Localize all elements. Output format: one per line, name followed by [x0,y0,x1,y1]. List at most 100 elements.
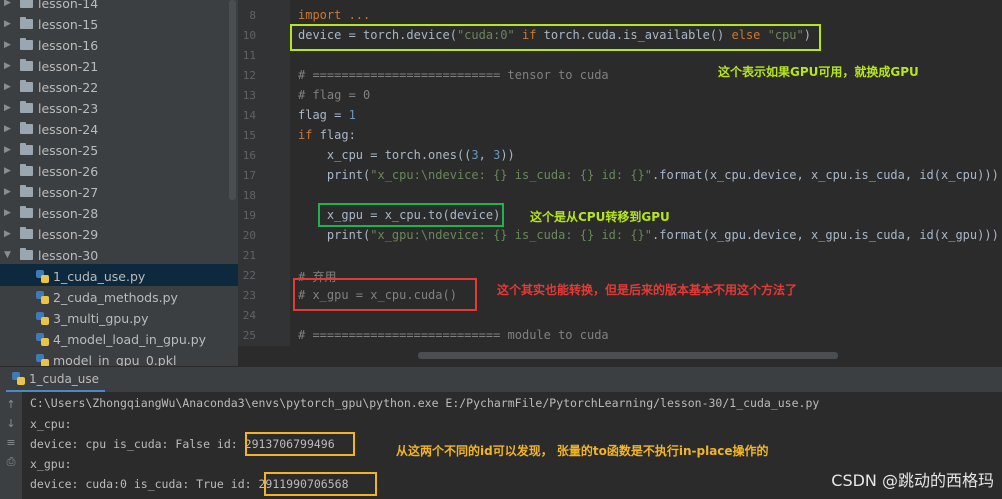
scroll-thumb[interactable] [418,352,838,359]
tree-item-label: lesson-30 [38,247,99,263]
chevron-right-icon: ▶ [4,208,11,218]
line-number: 16 [242,149,256,162]
code-line-17: print("x_cpu:\ndevice: {} is_cuda: {} id… [298,168,999,182]
annotation-note-to-device: 这个是从CPU转移到GPU [530,210,670,224]
tree-item-lesson-28[interactable]: ▶ lesson-28 [4,203,98,223]
tree-item-lesson-21[interactable]: ▶ lesson-21 [4,56,98,76]
tree-item-lesson-26[interactable]: ▶ lesson-26 [4,161,98,181]
code-line-25: # ========================== module to c… [298,328,609,342]
highlight-box-id-cpu [245,432,355,456]
print-icon[interactable]: ⎙ [0,455,22,469]
chevron-right-icon: ▶ [4,145,11,155]
tree-item-label: lesson-27 [38,184,99,200]
tree-item-lesson-29[interactable]: ▶ lesson-29 [4,224,98,244]
chevron-right-icon: ▶ [4,229,11,239]
tree-item-lesson-25[interactable]: ▶ lesson-25 [4,140,98,160]
chevron-right-icon: ▶ [4,0,11,8]
highlight-box-cuda [293,278,477,311]
tree-item-file[interactable]: 2_cuda_methods.py [36,287,178,307]
code-token: print( [298,168,371,182]
folder-icon [20,227,33,239]
code-token: .format(x_gpu.device, x_gpu.is_cuda, id(… [652,228,999,242]
chevron-right-icon: ▶ [4,187,11,197]
line-number: 21 [242,249,256,262]
tree-item-lesson-24[interactable]: ▶ lesson-24 [4,119,98,139]
code-line-8: import ... [298,8,370,22]
annotation-note-device: 这个表示如果GPU可用，就换成GPU [718,65,919,79]
console-text: device: cpu is_cuda: False id: [30,437,245,451]
line-number: 8 [249,9,256,22]
tree-item-label: lesson-16 [38,37,99,53]
line-number: 18 [242,189,256,202]
tree-item-lesson-30[interactable]: ▼ lesson-30 [4,245,98,265]
code-token: 1 [348,108,356,122]
code-token: flag: [319,128,356,142]
rerun-icon[interactable]: ↑ [0,398,22,411]
chevron-right-icon: ▶ [4,40,11,50]
chevron-right-icon: ▶ [4,82,11,92]
python-file-icon [36,269,49,283]
tree-item-lesson-15[interactable]: ▶ lesson-15 [4,14,98,34]
tree-item-label: lesson-21 [38,58,99,74]
folder-icon [20,17,33,29]
line-number: 13 [242,89,256,102]
code-line-15: if flag: [298,128,356,142]
tree-item-label: lesson-25 [38,142,99,158]
tree-item-file[interactable]: 3_multi_gpu.py [36,308,149,328]
line-number: 12 [242,69,256,82]
code-token: .format(x_cpu.device, x_cpu.is_cuda, id(… [652,168,999,182]
tab-run-config[interactable]: 1_cuda_use [6,367,106,393]
editor-horizontal-scrollbar[interactable] [238,346,1002,366]
tree-item-lesson-23[interactable]: ▶ lesson-23 [4,98,98,118]
tree-item-label: lesson-29 [38,226,99,242]
line-number: 10 [242,29,256,42]
tree-item-lesson-14[interactable]: ▶ lesson-14 [4,0,98,13]
tree-item-lesson-16[interactable]: ▶ lesson-16 [4,35,98,55]
tree-item-label: lesson-22 [38,79,99,95]
tree-item-label: 2_cuda_methods.py [53,289,178,305]
chevron-right-icon: ▶ [4,124,11,134]
scroll-down-icon[interactable]: ↓ [0,417,22,430]
code-token: import ... [298,8,371,22]
chevron-right-icon: ▶ [4,103,11,113]
line-number: 20 [242,229,256,242]
line-number: 15 [242,129,256,142]
code-token: 3 [471,148,479,162]
line-number: 22 [242,269,256,282]
line-number: 25 [242,329,256,342]
tree-item-lesson-22[interactable]: ▶ lesson-22 [4,77,98,97]
tree-item-file[interactable]: 1_cuda_use.py [36,266,145,286]
code-line-12: # ========================== tensor to c… [298,68,609,82]
console-text: device: cuda:0 is_cuda: True id: [30,477,259,491]
code-token: x_cpu = torch.ones(( [298,148,472,162]
tree-item-label: lesson-28 [38,205,99,221]
code-line-16: x_cpu = torch.ones((3, 3)) [298,148,515,162]
chevron-right-icon: ▶ [4,61,11,71]
python-file-icon [36,311,49,325]
tree-item-lesson-27[interactable]: ▶ lesson-27 [4,182,98,202]
line-number: 19 [242,209,256,222]
code-line-20: print("x_gpu:\ndevice: {} is_cuda: {} id… [298,228,999,242]
chevron-right-icon: ▶ [4,166,11,176]
folder-icon [20,185,33,197]
watermark: CSDN @跳动的西格玛 [831,471,994,490]
line-number: 24 [242,309,256,322]
highlight-box-id-gpu [264,472,377,496]
tree-item-label: lesson-23 [38,100,99,116]
tree-item-label: 3_multi_gpu.py [53,310,149,326]
sidebar-scrollbar[interactable] [229,0,236,200]
wrap-icon[interactable]: ≡ [0,436,22,449]
python-file-icon [36,290,49,304]
line-number: 17 [242,169,256,182]
tree-item-file[interactable]: model_in_gpu_0.pkl [36,350,176,366]
console-line: x_cpu: [30,417,72,431]
project-tree: ▶ lesson-14 ▶ lesson-15 ▶ lesson-16 ▶ lesson… [0,0,238,366]
annotation-note-id: 从这两个不同的id可以发现， 张量的to函数是不执行in-place操作的 [396,444,769,458]
folder-open-icon [20,248,33,260]
chevron-down-icon: ▼ [4,250,11,260]
folder-icon [20,164,33,176]
tree-item-label: lesson-15 [38,16,99,32]
tree-item-file[interactable]: 4_model_load_in_gpu.py [36,329,206,349]
folder-icon [20,38,33,50]
line-number: 11 [242,49,256,62]
